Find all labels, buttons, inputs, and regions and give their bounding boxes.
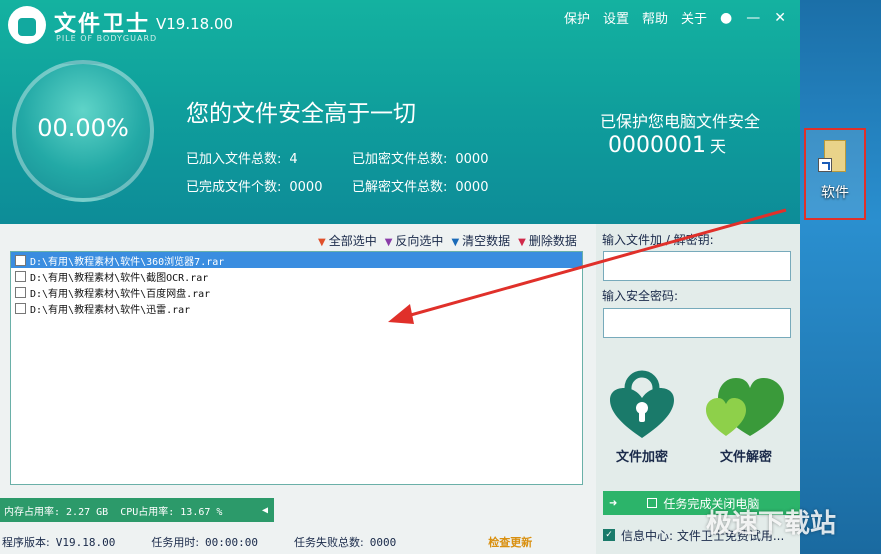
app-version: V19.18.00 [156, 15, 234, 33]
file-checkbox[interactable] [15, 254, 26, 266]
app-logo-icon [8, 6, 46, 44]
progress-circle: 00.00% [12, 60, 154, 202]
headline: 您的文件安全高于一切 [186, 101, 416, 127]
decrypt-label: 文件解密 [719, 450, 772, 465]
menu-about[interactable]: 关于 [681, 8, 707, 27]
footer: 程序版本: V19.18.00 任务用时: 00:00:00 任务失败总数: 0000… [0, 530, 596, 554]
desktop-shortcut-label: 软件 [821, 185, 849, 201]
decrypt-button[interactable]: 文件解密 [706, 370, 786, 465]
info-checkbox-icon[interactable]: ✓ [603, 529, 615, 541]
collapse-arrow-icon[interactable]: ◀ [262, 505, 268, 516]
memory-usage: 内存占用率: 2.27 GB [4, 506, 109, 518]
cpu-usage: CPU占用率: 13.67 % [120, 506, 223, 518]
folder-shortcut-icon [818, 138, 852, 176]
minimize-icon[interactable]: — [746, 10, 760, 26]
stat-encrypted: 已加密文件总数: 0000 [352, 152, 489, 167]
protect-label: 已保护您电脑文件安全 [600, 112, 761, 131]
progress-percent: 00.00% [37, 114, 129, 142]
encrypt-label: 文件加密 [615, 450, 668, 465]
shutdown-checkbox[interactable] [647, 498, 658, 508]
lock-heart-icon [610, 370, 674, 438]
encrypt-button[interactable]: 文件加密 [608, 370, 676, 465]
stat-added: 已加入文件总数: 4 [186, 152, 298, 167]
file-checkbox[interactable] [15, 286, 26, 298]
check-update-link[interactable]: 检查更新 [488, 534, 532, 550]
menu-protect[interactable]: 保护 [564, 8, 590, 27]
stat-decrypted: 已解密文件总数: 0000 [352, 180, 489, 195]
arrow-right-icon: ➜ [609, 497, 618, 509]
program-version: 程序版本: V19.18.00 [2, 536, 116, 549]
select-all-button[interactable]: ▼ 全部选中 [318, 232, 377, 249]
annotation-arrow [388, 208, 787, 324]
app-subtitle: PILE OF BODYGUARD [56, 34, 158, 43]
stat-completed: 已完成文件个数: 0000 [186, 180, 323, 195]
protect-days: 0000001 天 [608, 133, 726, 158]
file-checkbox[interactable] [15, 302, 26, 314]
task-time: 任务用时: 00:00:00 [151, 536, 259, 549]
desktop-shortcut-software[interactable]: 软件 [804, 128, 866, 220]
watermark: 极速下载站 [706, 509, 837, 539]
heart-unlock-icon [706, 378, 784, 436]
task-fail-count: 任务失败总数: 0000 [294, 536, 397, 549]
file-checkbox[interactable] [15, 270, 26, 282]
menu-help[interactable]: 帮助 [642, 8, 668, 27]
menu-settings[interactable]: 设置 [603, 8, 629, 27]
desktop-background [800, 0, 881, 554]
top-menu: 保护 设置 帮助 关于 ● — ✕ [564, 8, 800, 28]
header: 文件卫士 PILE OF BODYGUARD V19.18.00 保护 设置 帮… [0, 0, 800, 224]
close-icon[interactable]: ✕ [774, 10, 786, 26]
resource-status-bar: 内存占用率: 2.27 GB CPU占用率: 13.67 % ◀ [0, 498, 274, 522]
skin-icon[interactable]: ● [720, 10, 732, 26]
